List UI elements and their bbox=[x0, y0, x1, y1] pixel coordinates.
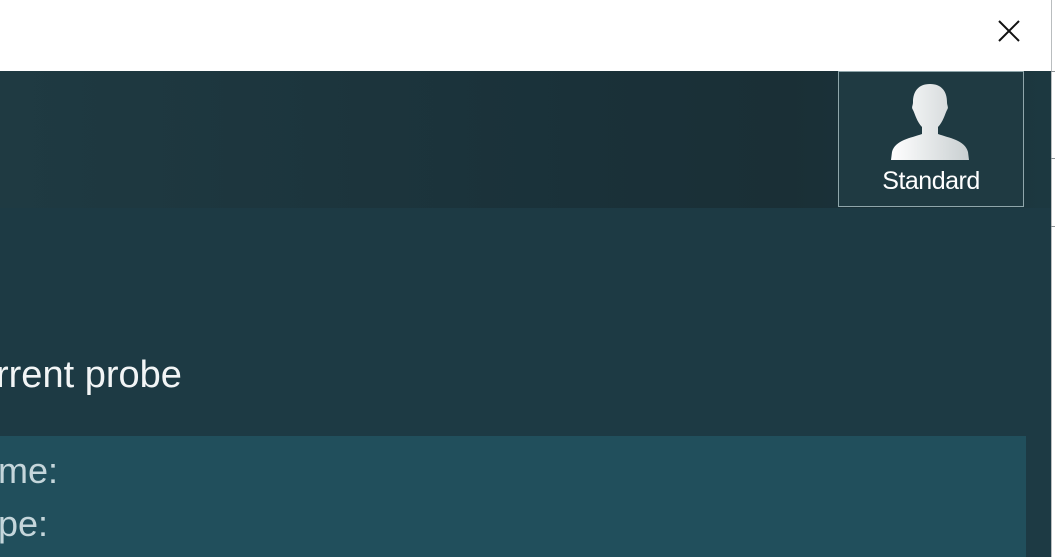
user-role-button[interactable]: Standard bbox=[838, 71, 1024, 207]
user-role-label: Standard bbox=[882, 167, 980, 195]
probe-info-panel: me: pe: bbox=[0, 436, 1026, 557]
window-edge-line bbox=[1051, 0, 1052, 557]
probe-name-label: me: bbox=[0, 450, 59, 491]
section-title: rrent probe bbox=[0, 354, 182, 396]
window-edge-mark bbox=[1051, 71, 1055, 72]
window-edge-mark bbox=[1051, 158, 1055, 159]
probe-type-label: pe: bbox=[0, 503, 49, 544]
window: Standard rrent probe me: pe: bbox=[0, 0, 1055, 557]
title-bar bbox=[0, 0, 1051, 71]
content-area: rrent probe me: pe: bbox=[0, 208, 1051, 557]
window-edge-mark bbox=[1051, 226, 1055, 227]
user-icon bbox=[891, 84, 969, 160]
close-icon bbox=[998, 20, 1020, 42]
close-button[interactable] bbox=[986, 9, 1032, 53]
